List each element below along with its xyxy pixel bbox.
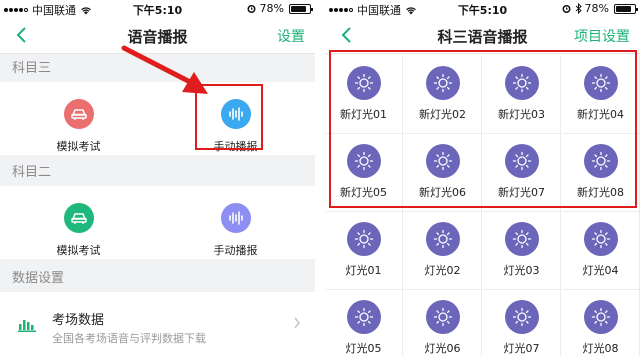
settings-button[interactable]: 设置 [277, 26, 305, 46]
status-bar: 中国联通 下午5:10 78% [0, 0, 315, 17]
light-label: 灯光06 [424, 342, 461, 355]
light-item[interactable]: 灯光04 [562, 212, 640, 290]
exam-site-data-row[interactable]: 考场数据 全国各考场语音与评判数据下载 [0, 292, 315, 356]
sound-wave-icon [220, 203, 251, 233]
status-right: 78% [561, 2, 638, 15]
light-item[interactable]: 灯光08 [562, 290, 640, 356]
tile-label: 手动播报 [213, 244, 258, 257]
left-phone-screen: 中国联通 下午5:10 78% 语音播报 设置 科目三 模拟考试 手动播报 科目… [0, 0, 315, 356]
comparison-screenshot: 中国联通 下午5:10 78% 语音播报 设置 科目三 模拟考试 手动播报 科目… [0, 0, 640, 356]
battery-percent: 78% [259, 2, 284, 15]
kemu2-section: 模拟考试 手动播报 [0, 186, 315, 259]
car-icon [63, 203, 94, 233]
light-item[interactable]: 灯光06 [404, 290, 482, 356]
tile-label: 模拟考试 [56, 244, 101, 257]
nav-bar: 科三语音播报 项目设置 [325, 17, 640, 54]
sun-icon [346, 222, 381, 256]
light-label: 灯光08 [582, 342, 619, 355]
battery-icon [614, 3, 638, 14]
light-label: 灯光07 [503, 342, 540, 355]
light-item[interactable]: 灯光02 [404, 212, 482, 290]
battery-percent: 78% [584, 2, 609, 15]
data-row-title: 考场数据 [52, 313, 105, 328]
kemu2-mock-exam-tile[interactable]: 模拟考试 [0, 186, 157, 259]
alarm-icon [247, 5, 256, 13]
light-label: 灯光05 [345, 342, 382, 355]
sun-icon [583, 222, 618, 256]
sun-icon [346, 300, 381, 334]
project-settings-button[interactable]: 项目设置 [574, 26, 630, 46]
status-bar: 中国联通 下午5:10 78% [325, 0, 640, 17]
highlight-box [329, 50, 637, 208]
chevron-right-icon [294, 317, 300, 329]
battery-icon [289, 3, 313, 14]
light-label: 灯光01 [345, 264, 382, 277]
light-label: 灯光04 [582, 264, 619, 277]
panel-divider [315, 0, 325, 356]
red-arrow-icon [121, 45, 208, 94]
sun-icon [425, 222, 460, 256]
car-icon [63, 99, 94, 129]
light-item[interactable]: 灯光07 [483, 290, 561, 356]
sun-icon [504, 300, 539, 334]
sun-icon [583, 300, 618, 334]
sun-icon [425, 300, 460, 334]
light-item[interactable]: 灯光01 [325, 212, 403, 290]
sun-icon [504, 222, 539, 256]
section-header-kemu2: 科目二 [12, 165, 52, 180]
alarm-icon [562, 5, 571, 13]
status-right: 78% [246, 2, 313, 15]
kemu2-manual-broadcast-tile[interactable]: 手动播报 [157, 186, 314, 259]
section-header-data: 数据设置 [12, 271, 65, 286]
right-phone-screen: 中国联通 下午5:10 78% 科三语音播报 项目设置 新灯光01 新灯光02 新灯… [325, 0, 640, 356]
bar-chart-icon [18, 320, 36, 332]
bluetooth-icon [575, 3, 582, 14]
data-row-subtitle: 全国各考场语音与评判数据下载 [52, 332, 206, 345]
light-item[interactable]: 灯光05 [325, 290, 403, 356]
light-label: 灯光02 [424, 264, 461, 277]
tile-label: 模拟考试 [56, 140, 101, 153]
light-item[interactable]: 灯光03 [483, 212, 561, 290]
light-label: 灯光03 [503, 264, 540, 277]
